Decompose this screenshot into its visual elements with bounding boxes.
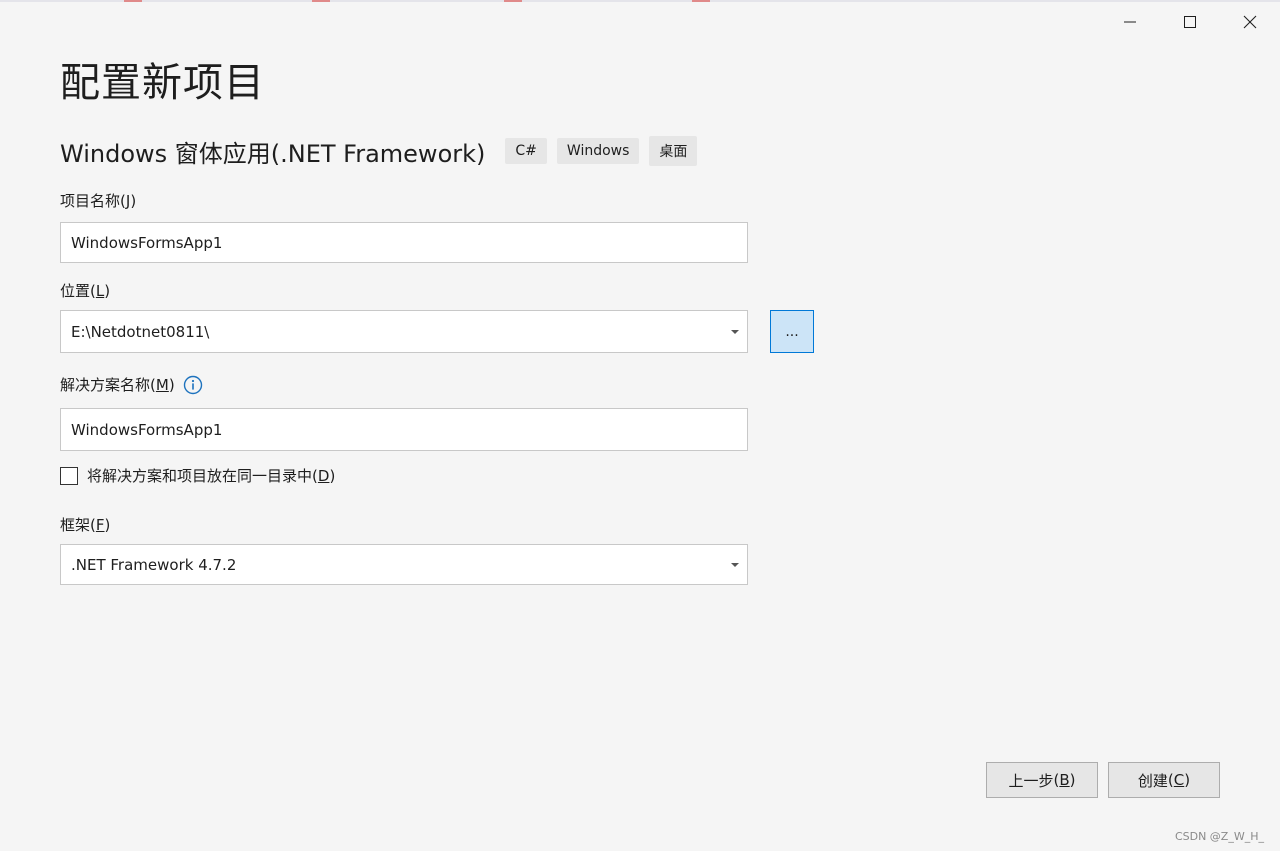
same-directory-label: 将解决方案和项目放在同一目录中 [87, 467, 313, 485]
location-combobox[interactable]: E:\Netdotnet0811\ [60, 310, 748, 353]
chevron-down-icon[interactable] [731, 563, 739, 567]
browse-button[interactable]: ... [770, 310, 814, 353]
project-type-tag: 桌面 [649, 136, 698, 166]
template-name: Windows 窗体应用(.NET Framework) [60, 139, 486, 168]
solution-name-input[interactable]: WindowsFormsApp1 [60, 408, 748, 451]
solution-name-label: 解决方案名称(M) [60, 374, 203, 395]
watermark: CSDN @Z_W_H_ [1174, 830, 1264, 843]
framework-value: .NET Framework 4.7.2 [71, 555, 237, 574]
solution-name-access-key: M [155, 375, 169, 394]
same-directory-option[interactable]: 将解决方案和项目放在同一目录中(D) [60, 465, 335, 486]
location-label: 位置(L) [60, 281, 111, 301]
minimize-icon [1124, 21, 1136, 23]
solution-name-value: WindowsFormsApp1 [71, 420, 223, 439]
framework-label: 框架(F) [60, 515, 111, 535]
back-button[interactable]: 上一步(B) [986, 762, 1098, 798]
project-name-input[interactable]: WindowsFormsApp1 [60, 222, 748, 263]
create-button[interactable]: 创建(C) [1108, 762, 1220, 798]
strip-mark [124, 0, 142, 2]
create-access-key: C [1173, 771, 1185, 789]
strip-mark [692, 0, 710, 2]
project-name-access-key: J [125, 191, 131, 210]
project-name-value: WindowsFormsApp1 [71, 233, 223, 252]
project-name-label-text: 项目名称 [60, 192, 121, 210]
platform-tag: Windows [556, 138, 640, 164]
configure-project-dialog: 配置新项目 Windows 窗体应用(.NET Framework) C# Wi… [0, 0, 1280, 851]
top-strip [0, 0, 1280, 2]
browse-button-label: ... [785, 323, 799, 340]
strip-mark [504, 0, 522, 2]
minimize-button[interactable] [1100, 4, 1160, 40]
page-title: 配置新项目 [60, 60, 265, 106]
strip-mark [312, 0, 330, 2]
window-controls [1100, 4, 1280, 40]
chevron-down-icon[interactable] [731, 330, 739, 334]
same-directory-access-key: D [317, 466, 330, 485]
project-name-label: 项目名称(J) [60, 191, 137, 211]
template-header: Windows 窗体应用(.NET Framework) C# Windows … [60, 134, 707, 168]
create-button-label: 创建 [1137, 771, 1168, 790]
maximize-button[interactable] [1160, 4, 1220, 40]
info-icon[interactable] [183, 375, 203, 395]
location-value: E:\Netdotnet0811\ [71, 322, 210, 341]
solution-name-label-text: 解决方案名称 [60, 376, 151, 394]
framework-access-key: F [95, 515, 105, 534]
language-tag: C# [505, 138, 547, 164]
back-button-label: 上一步 [1008, 771, 1054, 790]
location-label-text: 位置 [60, 282, 91, 300]
framework-combobox[interactable]: .NET Framework 4.7.2 [60, 544, 748, 585]
close-icon [1243, 15, 1257, 29]
location-access-key: L [95, 281, 105, 300]
same-directory-checkbox[interactable] [60, 466, 78, 485]
back-access-key: B [1059, 771, 1070, 789]
framework-label-text: 框架 [60, 516, 91, 534]
close-button[interactable] [1220, 4, 1280, 40]
maximize-icon [1184, 16, 1196, 28]
